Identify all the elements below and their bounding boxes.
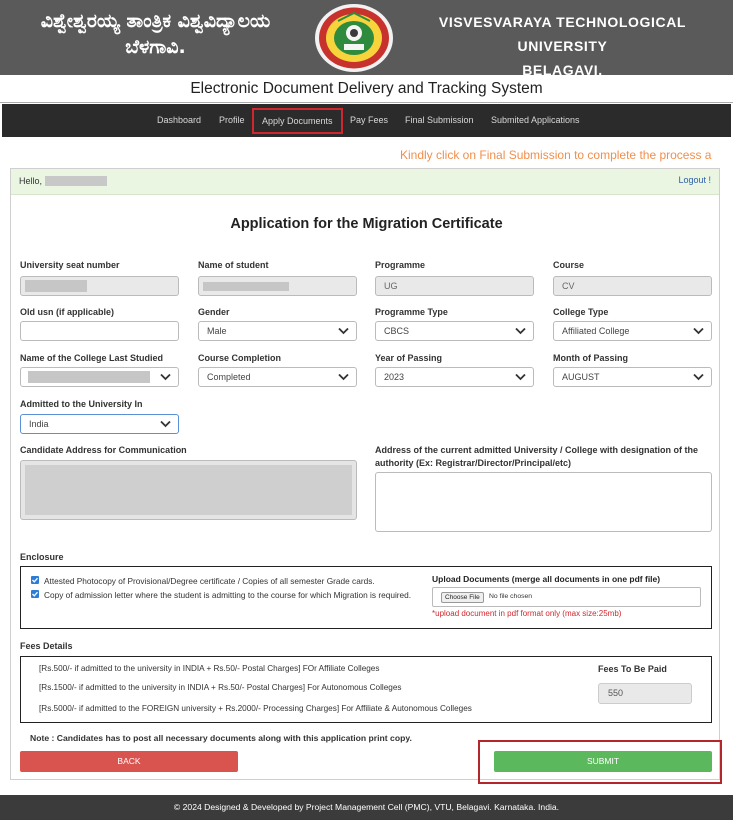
chevron-down-icon [160, 420, 171, 428]
upload-documents-title: Upload Documents (merge all documents in… [432, 574, 661, 584]
enclosure-heading: Enclosure [20, 552, 64, 562]
footer: © 2024 Designed & Developed by Project M… [0, 795, 733, 820]
candidate-address-label: Candidate Address for Communication [20, 445, 187, 455]
main-nav: Dashboard Profile Apply Documents Pay Fe… [2, 104, 731, 137]
college-last-studied-label: Name of the College Last Studied [20, 353, 164, 363]
fees-heading: Fees Details [20, 641, 73, 651]
fees-to-be-paid-value: 550 [598, 683, 692, 704]
university-name-kannada: ವಿಶ್ವೇಶ್ವರಯ್ಯ ತಾಂತ್ರಿಕ ವಿಶ್ವವಿದ್ಯಾಲಯ ಬೆಳ… [18, 8, 293, 60]
check-icon [32, 577, 38, 583]
fee-line-2: [Rs.1500/- if admitted to the university… [39, 683, 402, 692]
course-completion-label: Course Completion [198, 353, 282, 363]
month-of-passing-select[interactable]: AUGUST [553, 367, 712, 387]
enclosure-checkbox-1[interactable] [31, 576, 39, 584]
college-last-studied-select[interactable] [20, 367, 179, 387]
course-completion-select[interactable]: Completed [198, 367, 357, 387]
candidate-address-redacted [25, 465, 352, 515]
course-field: CV [553, 276, 712, 296]
college-type-label: College Type [553, 307, 609, 317]
university-name-english: VISVESVARAYA TECHNOLOGICAL UNIVERSITY BE… [400, 10, 725, 82]
nav-pay-fees[interactable]: Pay Fees [350, 104, 388, 137]
check-icon [32, 591, 38, 597]
chevron-down-icon [693, 373, 704, 381]
form-title: Application for the Migration Certificat… [230, 216, 503, 232]
chevron-down-icon [338, 327, 349, 335]
gender-label: Gender [198, 307, 230, 317]
current-university-address-label: Address of the current admitted Universi… [375, 445, 699, 468]
student-name-field [198, 276, 357, 296]
admitted-to-select[interactable]: India [20, 414, 179, 434]
fees-to-be-paid-label: Fees To Be Paid [598, 664, 667, 674]
old-usn-input[interactable] [20, 321, 179, 341]
chevron-down-icon [515, 373, 526, 381]
nav-submitted-applications[interactable]: Submited Applications [491, 104, 580, 137]
note-text: Note : Candidates has to post all necess… [30, 733, 412, 743]
fee-line-1: [Rs.500/- if admitted to the university … [39, 664, 380, 673]
old-usn-label: Old usn (if applicable) [20, 307, 115, 317]
programme-type-value: CBCS [384, 326, 410, 336]
college-type-select[interactable]: Affiliated College [553, 321, 712, 341]
admitted-to-label: Admitted to the University In [20, 399, 143, 409]
english-title-line1: VISVESVARAYA TECHNOLOGICAL UNIVERSITY [438, 14, 687, 54]
year-of-passing-value: 2023 [384, 372, 405, 382]
programme-label: Programme [375, 260, 426, 270]
upload-hint: *upload document in pdf format only (max… [432, 609, 622, 618]
chevron-down-icon [338, 373, 349, 381]
chevron-down-icon [515, 327, 526, 335]
course-label: Course [553, 260, 585, 270]
system-title: Electronic Document Delivery and Trackin… [0, 75, 733, 103]
seat-number-redacted [25, 280, 87, 292]
programme-type-label: Programme Type [375, 307, 448, 317]
hello-text: Hello, [19, 176, 43, 186]
gender-select[interactable]: Male [198, 321, 357, 341]
college-name-redacted [28, 371, 150, 383]
nav-profile[interactable]: Profile [219, 104, 245, 137]
chevron-down-icon [693, 327, 704, 335]
site-header: ವಿಶ್ವೇಶ್ವರಯ್ಯ ತಾಂತ್ರಿಕ ವಿಶ್ವವಿದ್ಯಾಲಯ ಬೆಳ… [0, 0, 733, 78]
file-upload-input[interactable]: Choose File No file chosen [432, 587, 701, 607]
student-name-redacted [203, 282, 289, 291]
seat-number-label: University seat number [20, 260, 120, 270]
current-university-address-input[interactable] [375, 472, 712, 532]
chevron-down-icon [160, 373, 171, 381]
logout-link[interactable]: Logout ! [678, 175, 711, 185]
no-file-text: No file chosen [489, 593, 533, 600]
student-name-label: Name of student [198, 260, 269, 270]
enclosure-item-2: Copy of admission letter where the stude… [44, 590, 412, 600]
course-completion-value: Completed [207, 372, 251, 382]
kannada-title-line1: ವಿಶ್ವೇಶ್ವರಯ್ಯ ತಾಂತ್ರಿಕ ವಿಶ್ವವಿದ್ಯಾಲಯ [40, 10, 271, 32]
programme-type-select[interactable]: CBCS [375, 321, 534, 341]
month-of-passing-label: Month of Passing [553, 353, 628, 363]
greeting-bar: Hello, Logout ! [11, 169, 719, 195]
year-of-passing-select[interactable]: 2023 [375, 367, 534, 387]
choose-file-button[interactable]: Choose File [441, 592, 484, 603]
candidate-address-field [20, 460, 357, 520]
fee-line-3: [Rs.5000/- if admitted to the FOREIGN un… [39, 704, 472, 713]
enclosure-item-1: Attested Photocopy of Provisional/Degree… [44, 576, 375, 586]
nav-dashboard[interactable]: Dashboard [157, 104, 201, 137]
kannada-title-line2: ಬೆಳಗಾವಿ. [125, 36, 186, 58]
nav-apply-documents[interactable]: Apply Documents [252, 108, 343, 134]
vtu-logo-icon [315, 4, 393, 72]
admitted-to-value: India [29, 419, 49, 429]
enclosure-checkbox-2[interactable] [31, 590, 39, 598]
username-redacted [45, 176, 107, 186]
month-of-passing-value: AUGUST [562, 372, 600, 382]
college-type-value: Affiliated College [562, 326, 630, 336]
notice-marquee: Kindly click on Final Submission to comp… [400, 148, 712, 162]
seat-number-field [20, 276, 179, 296]
back-button[interactable]: BACK [20, 751, 238, 772]
gender-value: Male [207, 326, 227, 336]
submit-button[interactable]: SUBMIT [494, 751, 712, 772]
programme-field: UG [375, 276, 534, 296]
nav-final-submission[interactable]: Final Submission [405, 104, 474, 137]
year-of-passing-label: Year of Passing [375, 353, 443, 363]
